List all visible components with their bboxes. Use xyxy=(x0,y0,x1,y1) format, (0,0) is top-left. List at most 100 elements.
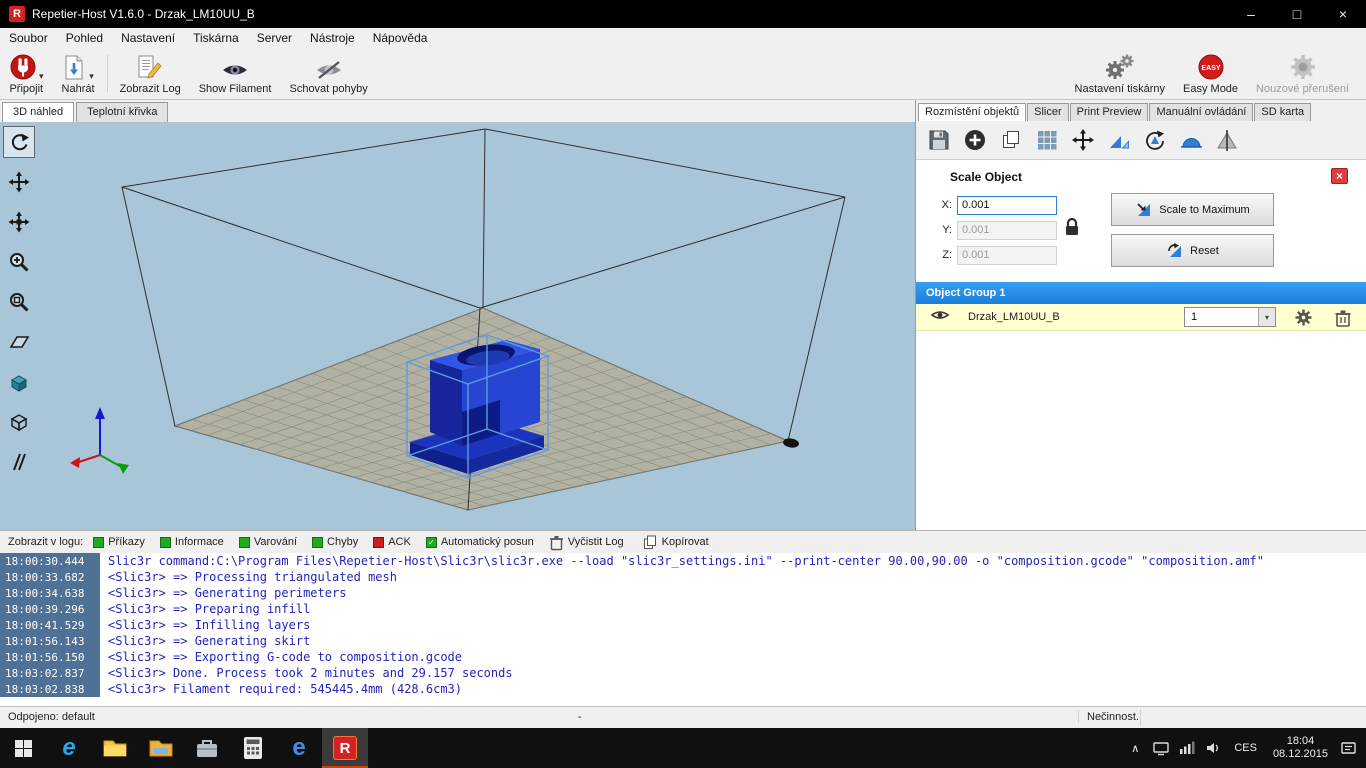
object-settings-button[interactable] xyxy=(1294,308,1313,332)
scale-to-maximum-button[interactable]: Scale to Maximum xyxy=(1111,193,1274,226)
filter-info-label: Informace xyxy=(175,536,224,548)
copy-log-button[interactable]: Kopírovat xyxy=(642,534,709,551)
hide-moves-button[interactable]: Schovat pohyby xyxy=(280,48,376,99)
printer-settings-button[interactable]: Nastavení tiskárny xyxy=(1066,48,1174,99)
lock-aspect-button[interactable] xyxy=(1063,216,1081,243)
reset-scale-button[interactable]: Reset xyxy=(1111,234,1274,267)
taskbar-edge-button[interactable]: e xyxy=(46,728,92,768)
tab-object-placement[interactable]: Rozmístění objektů xyxy=(918,103,1026,121)
show-log-button[interactable]: Zobrazit Log xyxy=(111,48,190,99)
tab-sd-card[interactable]: SD karta xyxy=(1254,103,1311,121)
autoposition-button[interactable] xyxy=(1032,125,1062,155)
log-timestamp: 18:03:02.838 xyxy=(0,681,100,697)
info-status-icon xyxy=(160,537,171,548)
move-object-button[interactable] xyxy=(3,206,35,238)
tab-slicer[interactable]: Slicer xyxy=(1027,103,1069,121)
taskbar-briefcase-button[interactable] xyxy=(184,728,230,768)
object-visibility-button[interactable] xyxy=(930,308,950,327)
copy-objects-button[interactable] xyxy=(996,125,1026,155)
filter-ack[interactable]: ACK xyxy=(373,536,411,548)
taskbar-file-explorer-button[interactable] xyxy=(92,728,138,768)
filter-commands[interactable]: Příkazy xyxy=(93,536,145,548)
filter-autoscroll[interactable]: ✓ Automatický posun xyxy=(426,536,534,548)
upload-dropdown-icon[interactable]: ▾ xyxy=(89,71,94,81)
view-tabs: 3D náhled Teplotní křivka xyxy=(0,100,915,122)
taskbar-clock[interactable]: 18:04 08.12.2015 xyxy=(1265,735,1336,761)
action-center-button[interactable] xyxy=(1336,728,1362,768)
log-timestamp: 18:00:39.296 xyxy=(0,601,100,617)
log-message: <Slic3r> => Processing triangulated mesh xyxy=(100,569,397,585)
bed-clip xyxy=(782,437,799,448)
ack-status-icon xyxy=(373,537,384,548)
upload-button[interactable]: ▾ Nahrát xyxy=(53,48,104,99)
lay-flat-button[interactable] xyxy=(1176,125,1206,155)
pan-view-button[interactable] xyxy=(3,166,35,198)
scale-x-input[interactable] xyxy=(957,196,1057,215)
3d-scene[interactable] xyxy=(0,122,915,530)
taskbar-repetier-button[interactable]: R xyxy=(322,728,368,768)
menu-napoveda[interactable]: Nápověda xyxy=(364,28,437,48)
autoscroll-check-icon: ✓ xyxy=(426,537,437,548)
taskbar: e xyxy=(0,728,1366,768)
taskbar-folder2-button[interactable] xyxy=(138,728,184,768)
cut-object-button[interactable] xyxy=(1212,125,1242,155)
start-button[interactable] xyxy=(0,728,46,768)
clear-log-button[interactable]: Vyčistit Log xyxy=(549,534,624,551)
object-copies-dropdown[interactable]: 1 ▾ xyxy=(1184,307,1276,327)
connect-button[interactable]: ▾ Připojit xyxy=(0,48,53,99)
easy-mode-button[interactable]: EASY Easy Mode xyxy=(1174,48,1247,99)
menu-server[interactable]: Server xyxy=(248,28,301,48)
rotate-object-button[interactable] xyxy=(1140,125,1170,155)
tab-manual-control[interactable]: Manuální ovládání xyxy=(1149,103,1253,121)
object-group-header[interactable]: Object Group 1 xyxy=(916,282,1366,304)
menu-soubor[interactable]: Soubor xyxy=(0,28,57,48)
menu-nastaveni[interactable]: Nastavení xyxy=(112,28,184,48)
scale-object-button[interactable] xyxy=(1104,125,1134,155)
parallel-projection-button[interactable] xyxy=(3,446,35,478)
tray-network-button[interactable] xyxy=(1174,728,1200,768)
close-scale-panel-button[interactable]: × xyxy=(1331,168,1348,184)
log-output[interactable]: 18:00:30.444 Slic3r command:C:\Program F… xyxy=(0,553,1366,706)
log-row: 18:00:33.682 <Slic3r> => Processing tria… xyxy=(0,569,1366,585)
tray-display-button[interactable] xyxy=(1148,728,1174,768)
taskbar-ie-button[interactable]: e xyxy=(276,728,322,768)
save-button[interactable] xyxy=(924,125,954,155)
display-icon xyxy=(1153,741,1169,756)
3d-viewport[interactable] xyxy=(0,122,915,530)
printed-object[interactable] xyxy=(410,340,544,474)
zoom-fit-button[interactable] xyxy=(3,286,35,318)
tray-volume-button[interactable] xyxy=(1200,728,1226,768)
menu-tiskarna[interactable]: Tiskárna xyxy=(184,28,248,48)
filter-errors[interactable]: Chyby xyxy=(312,536,358,548)
scale-z-label: Z: xyxy=(936,249,952,261)
view-isometric-button[interactable] xyxy=(3,366,35,398)
close-button[interactable]: × xyxy=(1320,0,1366,28)
maximize-button[interactable]: □ xyxy=(1274,0,1320,28)
filter-warnings[interactable]: Varování xyxy=(239,536,297,548)
tab-3d-view[interactable]: 3D náhled xyxy=(2,102,74,122)
view-top-button[interactable] xyxy=(3,406,35,438)
minimize-button[interactable]: – xyxy=(1228,0,1274,28)
show-filament-button[interactable]: Show Filament xyxy=(190,48,281,99)
hide-moves-label: Schovat pohyby xyxy=(289,83,367,95)
object-placement-panel: Scale Object × X: Y: Z: xyxy=(916,159,1366,530)
zoom-in-button[interactable] xyxy=(3,246,35,278)
menu-nastroje[interactable]: Nástroje xyxy=(301,28,364,48)
view-front-button[interactable] xyxy=(3,326,35,358)
tab-temperature-curve[interactable]: Teplotní křivka xyxy=(76,102,168,122)
hide-moves-eye-icon xyxy=(314,59,344,81)
center-object-button[interactable] xyxy=(1068,125,1098,155)
filter-info[interactable]: Informace xyxy=(160,536,224,548)
taskbar-calculator-button[interactable] xyxy=(230,728,276,768)
connect-dropdown-icon[interactable]: ▾ xyxy=(39,71,44,81)
rotate-view-button[interactable] xyxy=(3,126,35,158)
upload-label: Nahrát xyxy=(62,83,95,95)
warnings-status-icon xyxy=(239,537,250,548)
tab-print-preview[interactable]: Print Preview xyxy=(1070,103,1149,121)
tray-expand-button[interactable]: ∧ xyxy=(1122,728,1148,768)
add-object-button[interactable] xyxy=(960,125,990,155)
object-list-row[interactable]: Drzak_LM10UU_B 1 ▾ xyxy=(916,304,1366,331)
menu-pohled[interactable]: Pohled xyxy=(57,28,112,48)
language-indicator[interactable]: CES xyxy=(1226,742,1265,754)
delete-object-button[interactable] xyxy=(1334,308,1352,333)
